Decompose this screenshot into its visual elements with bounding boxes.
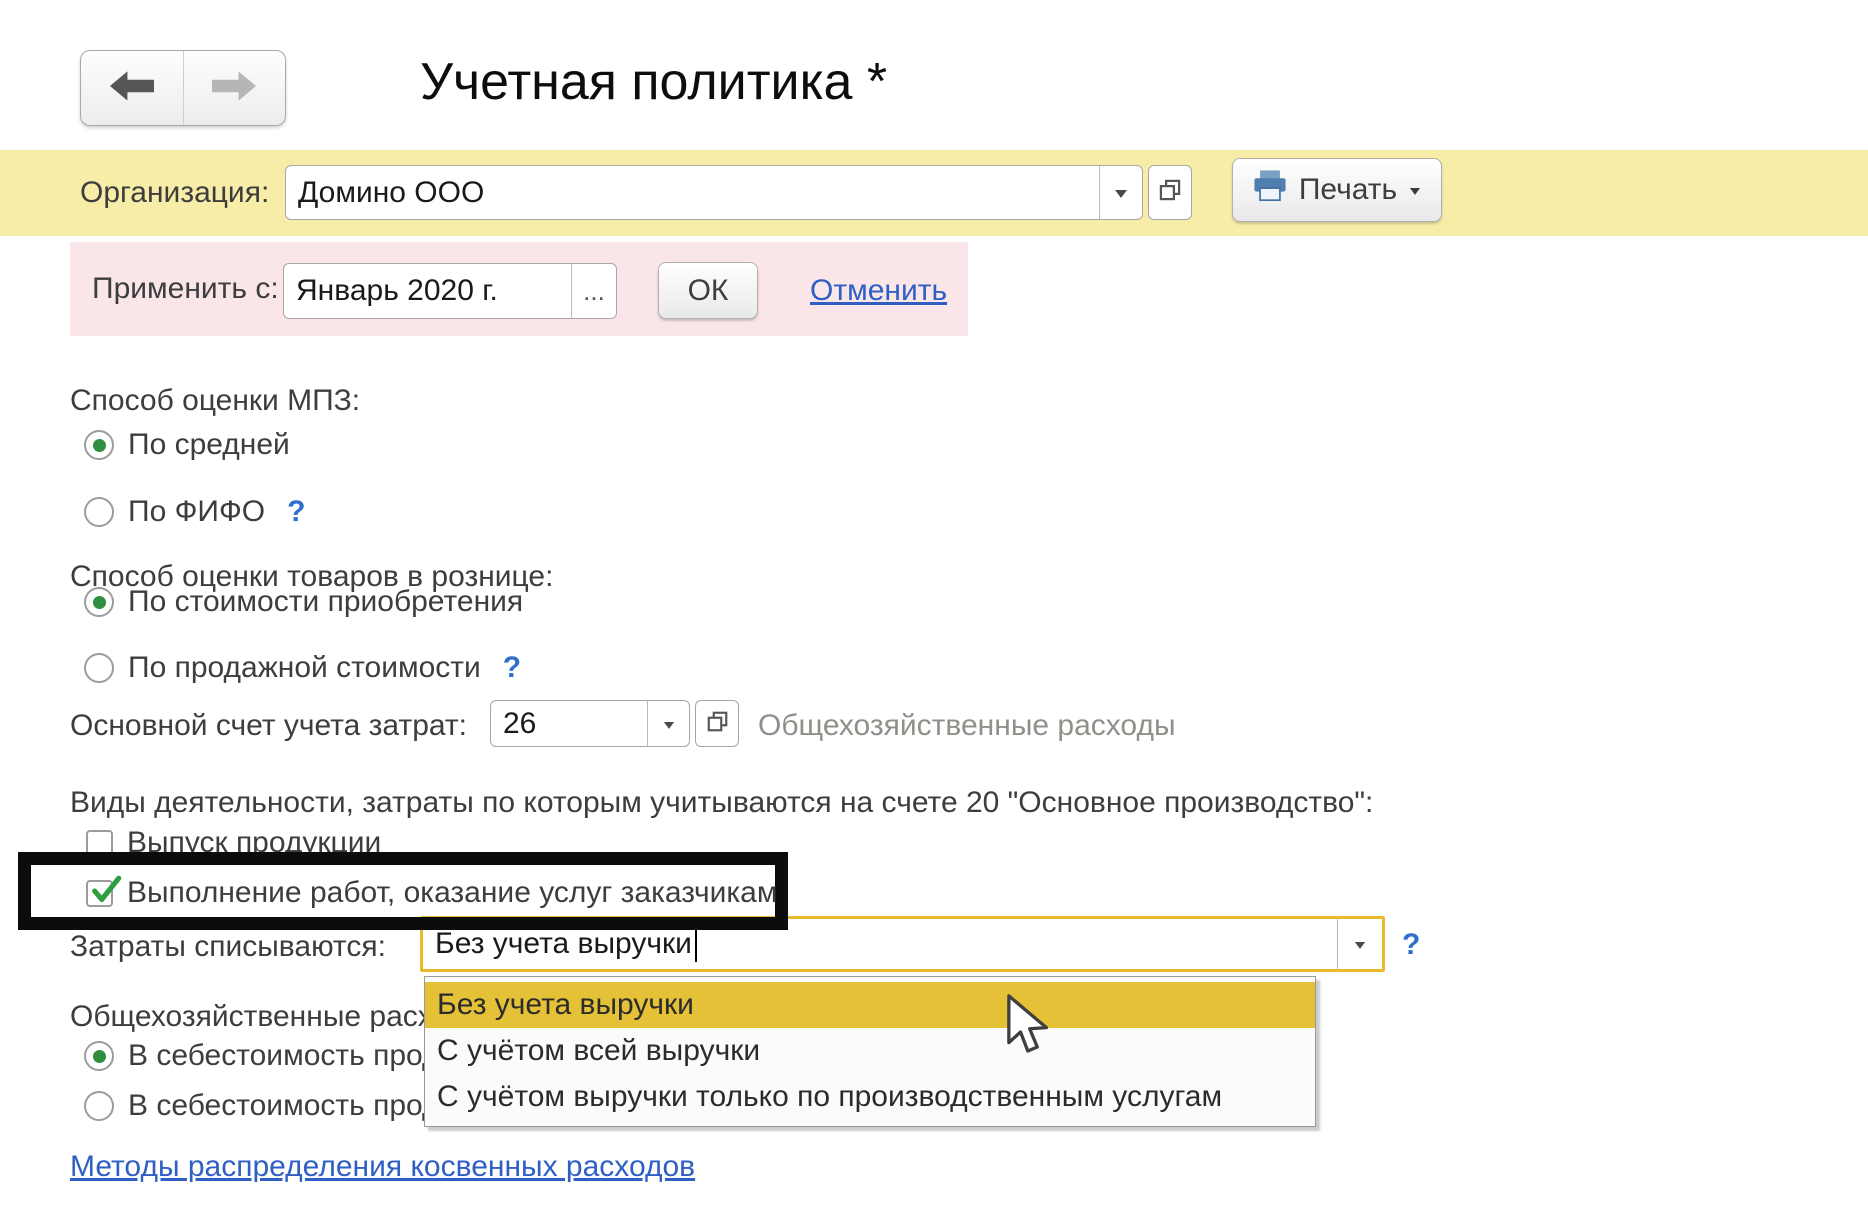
mouse-cursor-icon (1005, 993, 1051, 1060)
radio-retail-acquisition-label: По стоимости приобретения (128, 585, 523, 619)
chevron-down-icon (663, 722, 673, 734)
back-button[interactable] (81, 51, 183, 125)
printer-icon (1253, 170, 1287, 210)
radio-retail-acquisition[interactable] (84, 587, 114, 617)
ok-button-label: ОК (688, 274, 729, 308)
chevron-down-icon (1410, 188, 1420, 200)
writeoff-help-icon[interactable]: ? (1402, 928, 1420, 962)
cost-account-value[interactable]: 26 (491, 701, 647, 746)
dropdown-option-no-revenue[interactable]: Без учета выручки (425, 982, 1315, 1028)
indirect-costs-methods-link[interactable]: Методы распределения косвенных расходов (70, 1150, 695, 1183)
print-button[interactable]: Печать (1232, 158, 1442, 222)
print-button-label: Печать (1299, 173, 1397, 207)
cost-account-dropdown-button[interactable] (647, 701, 689, 746)
dropdown-option-production-revenue[interactable]: С учётом выручки только по производствен… (425, 1074, 1315, 1120)
cost-account-label: Основной счет учета затрат: (70, 709, 467, 743)
back-arrow-icon (110, 71, 154, 106)
mpz-section-title: Способ оценки МПЗ: (70, 384, 360, 418)
radio-overhead-cost-of-sales[interactable] (84, 1041, 114, 1071)
organization-field[interactable]: Домино ООО (285, 165, 1143, 220)
checkbox-works-services-label: Выполнение работ, оказание услуг заказчи… (127, 876, 777, 910)
radio-mpz-average-label: По средней (128, 428, 290, 462)
ok-button[interactable]: ОК (658, 262, 758, 319)
organization-value[interactable]: Домино ООО (286, 166, 1099, 219)
apply-date-value[interactable]: Январь 2020 г. (284, 264, 571, 318)
page-title: Учетная политика * (420, 52, 887, 112)
cost-account-open-button[interactable] (695, 700, 739, 747)
checkmark-icon (89, 874, 123, 908)
cancel-link[interactable]: Отменить (810, 274, 947, 308)
checkbox-works-services[interactable] (86, 880, 113, 907)
writeoff-dropdown-button[interactable] (1337, 919, 1382, 969)
chevron-down-icon (1355, 942, 1365, 954)
radio-mpz-average[interactable] (84, 430, 114, 460)
apply-date-field[interactable]: Январь 2020 г. ... (283, 263, 617, 319)
mpz-help-icon[interactable]: ? (287, 495, 305, 529)
writeoff-label: Затраты списываются: (70, 930, 386, 964)
cost-account-field[interactable]: 26 (490, 700, 690, 747)
open-form-icon (705, 709, 730, 739)
text-caret (695, 926, 697, 962)
organization-dropdown-button[interactable] (1099, 166, 1142, 219)
history-nav-group (80, 50, 286, 126)
radio-retail-sales-price[interactable] (84, 653, 114, 683)
chevron-down-icon (1115, 190, 1127, 204)
radio-mpz-fifo-label: По ФИФО (128, 495, 265, 529)
forward-arrow-icon (212, 71, 256, 106)
writeoff-dropdown-list: Без учета выручки С учётом всей выручки … (424, 976, 1316, 1127)
organization-open-button[interactable] (1148, 165, 1192, 220)
retail-help-icon[interactable]: ? (503, 651, 521, 685)
forward-button[interactable] (183, 51, 286, 125)
radio-retail-sales-price-label: По продажной стоимости (128, 651, 481, 685)
ellipsis-icon: ... (583, 276, 605, 307)
dropdown-option-all-revenue[interactable]: С учётом всей выручки (425, 1028, 1315, 1074)
organization-label: Организация: (80, 176, 269, 210)
cost-account-description: Общехозяйственные расходы (758, 709, 1176, 743)
apply-from-label: Применить с: (92, 272, 279, 306)
activities-section-title: Виды деятельности, затраты по которым уч… (70, 786, 1373, 820)
open-form-icon (1157, 177, 1183, 208)
radio-overhead-cost-of-production[interactable] (84, 1091, 114, 1121)
radio-mpz-fifo[interactable] (84, 497, 114, 527)
apply-date-picker-button[interactable]: ... (571, 264, 616, 318)
